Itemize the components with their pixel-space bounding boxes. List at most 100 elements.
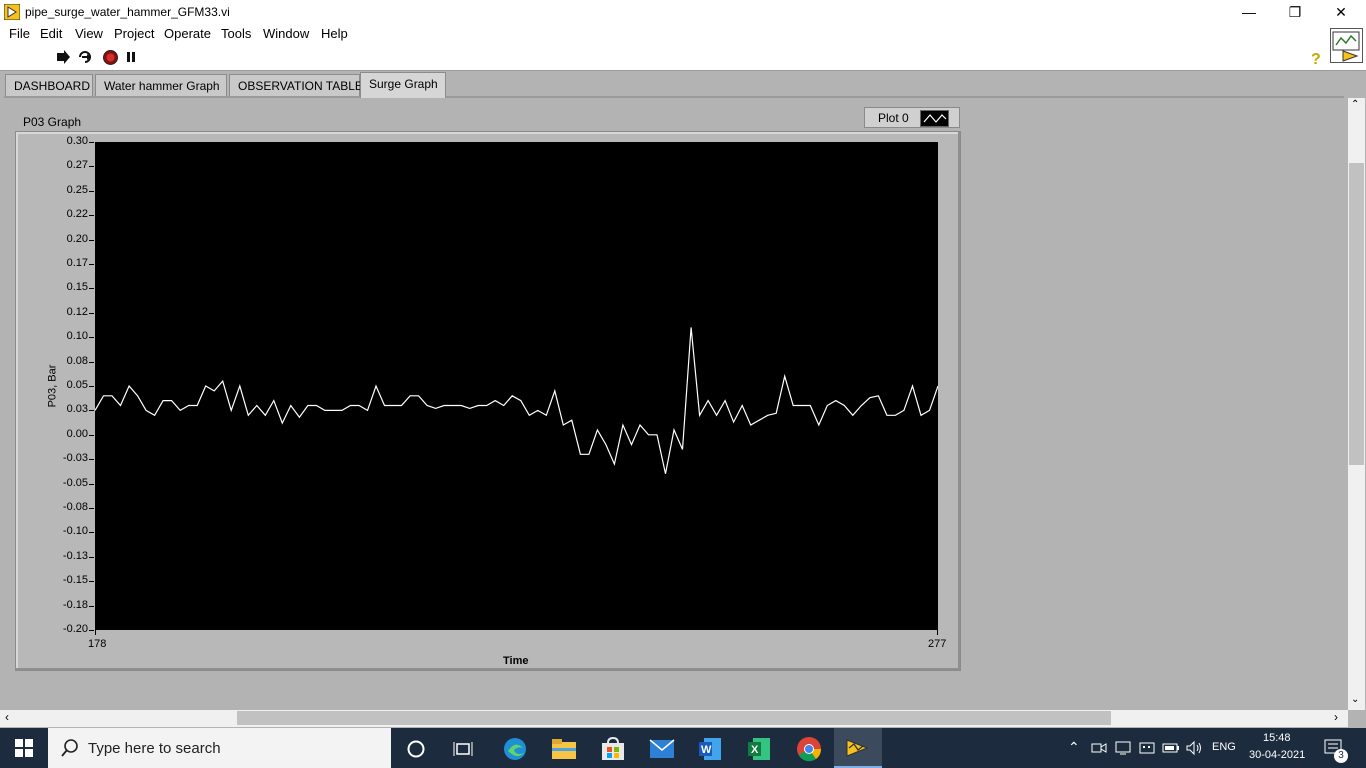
menu-project[interactable]: Project [114, 26, 154, 41]
show-hidden-icons-icon[interactable]: ⌃ [1068, 739, 1080, 756]
y-tick-mark [89, 264, 94, 265]
keyboard-layout-icon[interactable] [1139, 740, 1155, 756]
task-view-icon[interactable] [453, 738, 475, 760]
minimize-button[interactable]: — [1226, 0, 1272, 24]
plot-area[interactable] [95, 142, 938, 630]
clock-date[interactable]: 30-04-2021 [1249, 749, 1305, 761]
edge-browser-icon[interactable] [502, 736, 528, 762]
run-continuously-icon[interactable] [77, 49, 94, 65]
battery-icon[interactable] [1162, 741, 1180, 755]
vertical-scroll-thumb[interactable] [1349, 163, 1364, 465]
tab-label: Water hammer Graph [104, 79, 220, 93]
file-explorer-icon[interactable] [551, 738, 577, 760]
chrome-icon[interactable] [796, 736, 822, 762]
y-tick-mark [89, 166, 94, 167]
restore-button[interactable]: ❐ [1272, 0, 1318, 24]
windows-start-icon[interactable] [15, 739, 33, 757]
mail-icon[interactable] [649, 739, 675, 759]
y-tick-mark [89, 313, 94, 314]
x-axis-label: Time [503, 655, 529, 667]
y-tick-mark [89, 386, 94, 387]
y-tick-mark [89, 435, 94, 436]
y-tick-label: 0.20 [66, 232, 88, 245]
tab-surge-graph[interactable]: Surge Graph [360, 72, 446, 98]
y-tick-label: -0.20 [62, 623, 88, 635]
window-title: pipe_surge_water_hammer_GFM33.vi [25, 5, 230, 19]
svg-text:W: W [701, 744, 712, 756]
y-tick-mark [89, 288, 94, 289]
y-tick-mark [89, 459, 94, 460]
y-tick-label: 0.27 [66, 159, 88, 172]
y-tick-label: -0.18 [62, 598, 88, 611]
close-button[interactable]: ✕ [1318, 0, 1364, 24]
tab-label: Surge Graph [369, 77, 438, 91]
tab-strip-border [4, 96, 1344, 98]
y-tick-label: -0.13 [62, 549, 88, 562]
y-tick-label: 0.00 [66, 427, 88, 440]
y-tick-label: -0.05 [62, 476, 88, 489]
x-tick-mark [937, 630, 938, 635]
line-style-icon [920, 110, 949, 127]
y-tick-label: -0.10 [62, 525, 88, 538]
plot-legend[interactable]: Plot 0 [864, 107, 960, 128]
y-tick-mark [89, 581, 94, 582]
menu-operate[interactable]: Operate [164, 26, 211, 41]
search-placeholder: Type here to search [88, 740, 221, 757]
cortana-icon[interactable] [405, 738, 427, 760]
y-tick-label: 0.12 [66, 305, 88, 318]
y-tick-mark [89, 410, 94, 411]
word-icon[interactable]: W [698, 737, 722, 761]
tab-observation-table[interactable]: OBSERVATION TABLE [229, 74, 363, 96]
abort-execution-icon[interactable] [103, 50, 118, 65]
y-tick-mark [89, 142, 94, 143]
scroll-left-icon[interactable]: ‹ [5, 710, 9, 724]
legend-plot-name: Plot 0 [878, 111, 909, 125]
pause-icon[interactable] [125, 51, 137, 63]
y-tick-label: 0.10 [66, 330, 88, 343]
graph-label: P03 Graph [23, 115, 82, 129]
y-tick-label: 0.25 [66, 183, 88, 196]
scroll-down-icon[interactable]: ⌄ [1351, 694, 1359, 705]
y-tick-label: 0.15 [66, 281, 88, 294]
svg-text:?: ? [1311, 51, 1321, 66]
menu-help[interactable]: Help [321, 26, 348, 41]
y-tick-mark [89, 508, 94, 509]
y-tick-label: 0.22 [66, 208, 88, 221]
y-tick-mark [89, 484, 94, 485]
network-settings-icon[interactable] [1115, 740, 1131, 756]
labview-taskbar-icon [846, 739, 869, 757]
svg-text:X: X [751, 744, 759, 756]
microsoft-store-icon[interactable] [600, 736, 626, 762]
menu-edit[interactable]: Edit [40, 26, 62, 41]
menu-bar: File Edit View Project Operate Tools Win… [0, 24, 1366, 44]
y-tick-mark [89, 337, 94, 338]
scroll-up-icon[interactable]: ⌃ [1351, 99, 1359, 110]
horizontal-scroll-thumb[interactable] [237, 711, 1111, 725]
tab-water-hammer-graph[interactable]: Water hammer Graph [95, 74, 227, 96]
y-tick-label: 0.30 [66, 135, 88, 147]
menu-view[interactable]: View [75, 26, 103, 41]
x-axis-max-label: 277 [928, 638, 947, 650]
labview-app-icon [4, 4, 20, 20]
excel-icon[interactable]: X [747, 737, 771, 761]
volume-icon[interactable] [1185, 740, 1203, 756]
menu-window[interactable]: Window [263, 26, 309, 41]
title-bar: pipe_surge_water_hammer_GFM33.vi — ❐ ✕ [0, 0, 1366, 24]
menu-file[interactable]: File [9, 26, 30, 41]
context-help-icon[interactable]: ? [1308, 49, 1323, 66]
vi-connector-icon[interactable] [1330, 28, 1363, 63]
y-tick-label: -0.08 [62, 501, 88, 513]
meet-now-icon[interactable] [1091, 740, 1107, 756]
y-tick-mark [89, 191, 94, 192]
y-tick-mark [89, 215, 94, 216]
y-tick-mark [89, 532, 94, 533]
scroll-right-icon[interactable]: › [1334, 710, 1338, 724]
run-arrow-icon[interactable] [55, 50, 71, 64]
input-language[interactable]: ENG [1212, 741, 1236, 753]
tab-label: OBSERVATION TABLE [238, 79, 363, 93]
menu-tools[interactable]: Tools [221, 26, 251, 41]
clock-time[interactable]: 15:48 [1263, 732, 1291, 744]
tab-dashboard[interactable]: DASHBOARD [5, 74, 93, 96]
y-tick-mark [89, 557, 94, 558]
x-axis-min-label: 178 [88, 638, 107, 650]
